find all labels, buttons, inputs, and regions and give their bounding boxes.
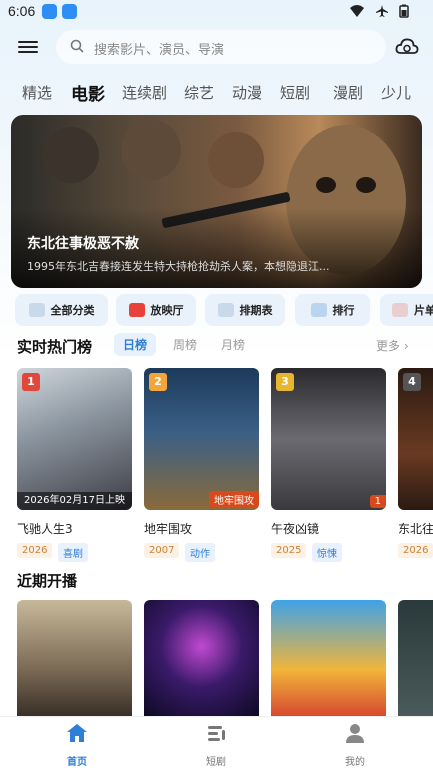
tab-daily[interactable]: 日榜: [114, 333, 157, 356]
ranking-icon: [310, 303, 327, 317]
movie-title-4[interactable]: 东北往: [398, 520, 433, 537]
hero-banner[interactable]: 东北往事极恶不赦 1995年东北吉春接连发生特大持枪抢劫杀人案，本想隐退江...: [11, 115, 422, 288]
year-tag: 2025: [271, 543, 307, 558]
user-icon: [346, 724, 364, 743]
tab-series[interactable]: 连续剧: [122, 82, 167, 103]
movie-poster-2[interactable]: 2 地牢围攻: [144, 368, 259, 510]
nav-profile-label: 我的: [345, 757, 365, 768]
play-icon: [128, 303, 145, 317]
genre-tag: 喜剧: [58, 543, 88, 562]
movie-title-3[interactable]: 午夜凶镜: [271, 520, 319, 537]
more-link[interactable]: 更多 ›: [376, 337, 409, 354]
calendar-icon: [217, 303, 234, 317]
tab-movies[interactable]: 电影: [71, 80, 105, 105]
year-tag: 2026: [398, 543, 433, 558]
upcoming-poster-3[interactable]: [271, 600, 386, 716]
category-tabs: 精选 电影 连续剧 综艺 动漫 短剧 漫剧 少儿: [0, 78, 433, 108]
nav-short-drama[interactable]: 短剧: [176, 723, 256, 768]
upcoming-poster-2[interactable]: [144, 600, 259, 716]
chevron-right-icon: ›: [403, 339, 409, 353]
tab-featured[interactable]: 精选: [22, 82, 52, 103]
app-notify-icon: [62, 4, 77, 19]
nav-short-drama-label: 短剧: [206, 757, 226, 768]
schedule-button[interactable]: 排期表: [205, 294, 285, 326]
tab-weekly[interactable]: 周榜: [173, 336, 197, 353]
screening-hall-button[interactable]: 放映厅: [116, 294, 196, 326]
movie-poster-3[interactable]: 3 1: [271, 368, 386, 510]
airplane-icon: [376, 5, 388, 17]
cloud-sync-icon[interactable]: [395, 36, 419, 58]
download-icon: [42, 4, 57, 19]
year-tag: 2026: [17, 543, 53, 558]
rank-badge: 2: [149, 373, 167, 391]
screening-hall-label: 放映厅: [150, 304, 184, 317]
wifi-icon: [350, 5, 364, 17]
rank-badge: 4: [403, 373, 421, 391]
menu-icon[interactable]: [18, 38, 38, 56]
movie-poster-1[interactable]: 1 2026年02月17日上映: [17, 368, 132, 510]
tab-monthly[interactable]: 月榜: [221, 336, 245, 353]
playlist-button[interactable]: 片单: [380, 294, 433, 326]
playlist-label: 片单: [414, 304, 433, 317]
ranking-label: 排行: [332, 304, 355, 317]
tab-anime[interactable]: 动漫: [232, 82, 262, 103]
year-tag: 2007: [144, 543, 180, 558]
banner-description: 1995年东北吉春接连发生特大持枪抢劫杀人案，本想隐退江...: [27, 260, 330, 273]
ranking-button[interactable]: 排行: [295, 294, 370, 326]
movie-poster-4[interactable]: 4: [398, 368, 433, 510]
movie-title-2[interactable]: 地牢围攻: [144, 520, 192, 537]
status-bar: 6:06: [0, 0, 433, 24]
search-icon: [70, 39, 84, 53]
search-placeholder: 搜索影片、演员、导演: [94, 43, 225, 58]
poster-caption: 地牢围攻: [209, 491, 259, 508]
upcoming-poster-4[interactable]: [398, 600, 433, 716]
all-categories-button[interactable]: 全部分类: [15, 294, 108, 326]
rank-badge: 3: [276, 373, 294, 391]
poster-caption: 2026年02月17日上映: [17, 492, 132, 510]
search-input[interactable]: 搜索影片、演员、导演: [56, 30, 386, 64]
category-icon: [28, 303, 45, 317]
tab-kids[interactable]: 少儿: [381, 82, 411, 103]
nav-home-label: 首页: [67, 757, 87, 768]
nav-home[interactable]: 首页: [37, 723, 117, 768]
poster-caption: 1: [369, 495, 386, 508]
upcoming-title: 近期开播: [17, 572, 78, 590]
schedule-label: 排期表: [239, 304, 273, 317]
genre-tag: 惊悚: [312, 543, 342, 562]
tab-comic-drama[interactable]: 漫剧: [333, 82, 363, 103]
nav-profile[interactable]: 我的: [315, 723, 395, 768]
upcoming-poster-1[interactable]: [17, 600, 132, 716]
quick-actions: 全部分类 放映厅 排期表 排行 片单: [15, 294, 433, 328]
home-icon: [67, 724, 87, 742]
playlist-icon: [392, 303, 408, 317]
movie-title-1[interactable]: 飞驰人生3: [17, 520, 73, 537]
tab-short-drama[interactable]: 短剧: [280, 82, 310, 103]
status-time: 6:06: [8, 3, 36, 19]
rank-badge: 1: [22, 373, 40, 391]
genre-tag: 动作: [185, 543, 215, 562]
banner-title: 东北往事极恶不赦: [27, 236, 139, 252]
more-label: 更多: [376, 339, 401, 353]
hot-list-title: 实时热门榜: [17, 338, 93, 356]
tab-variety[interactable]: 综艺: [184, 82, 214, 103]
short-drama-icon: [208, 726, 225, 741]
all-categories-label: 全部分类: [50, 304, 95, 317]
battery-icon: [399, 4, 409, 18]
bottom-nav: 首页 短剧 我的: [0, 716, 433, 770]
